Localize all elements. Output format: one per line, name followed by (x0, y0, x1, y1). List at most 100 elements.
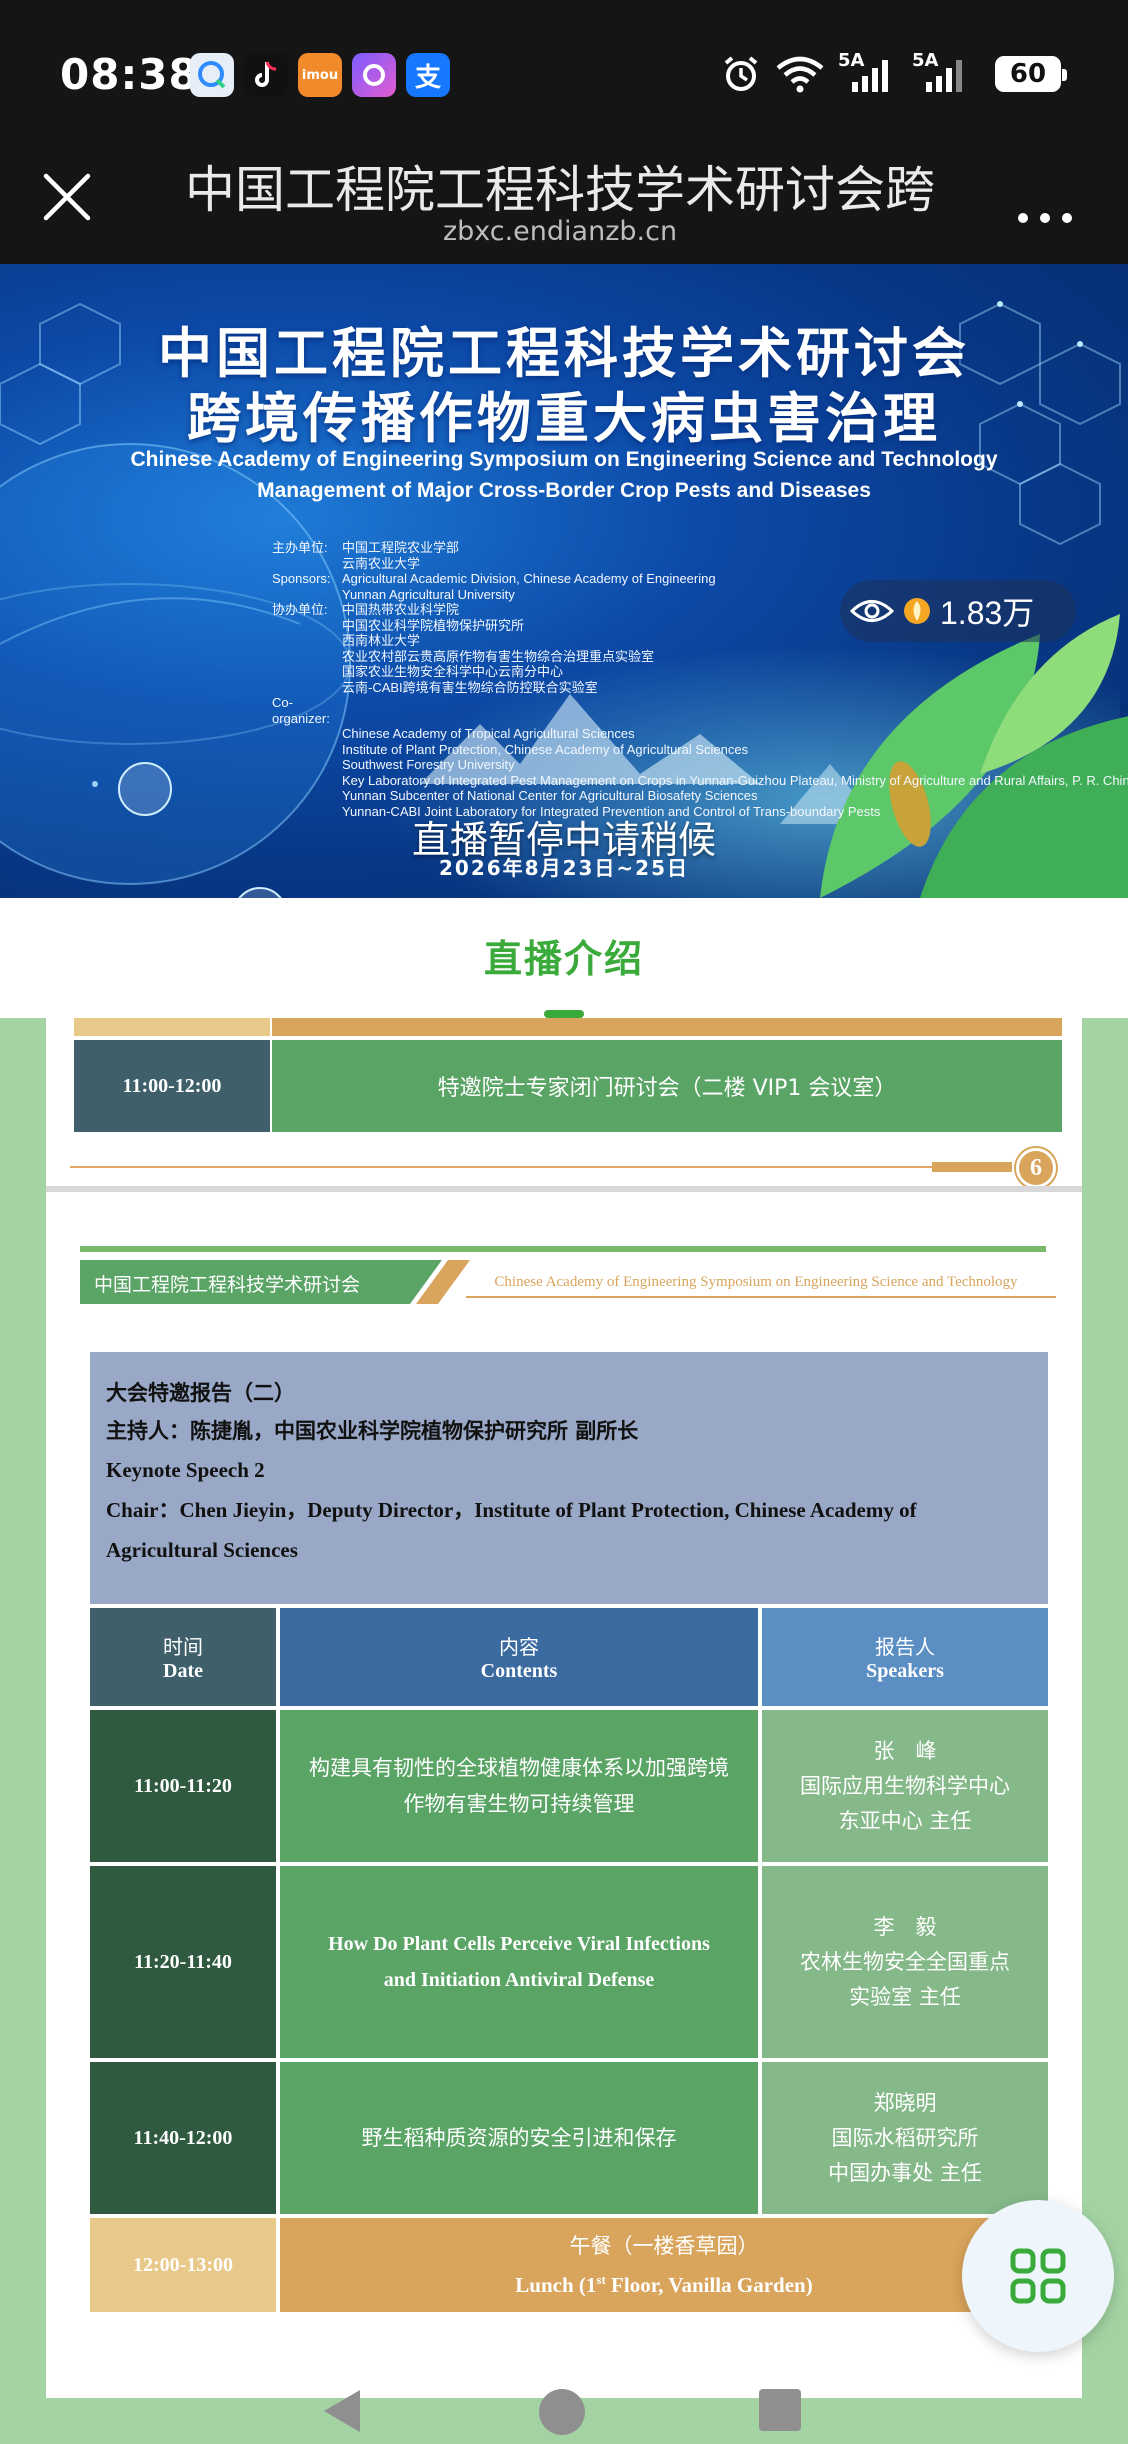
wifi-icon (772, 52, 828, 96)
organizer-key (272, 664, 342, 680)
battery-indicator: 60 (995, 56, 1067, 92)
agenda-document: 11:00-12:00 特邀院士专家闭门研讨会（二楼 VIP1 会议室） 6 中… (46, 1018, 1082, 2398)
page-title: 中国工程院工程科技学术研讨会跨 (185, 161, 935, 219)
column-header-contents: 内容 Contents (280, 1608, 758, 1706)
row-content-cell: 构建具有韧性的全球植物健康体系以加强跨境 作物有害生物可持续管理 (280, 1710, 758, 1862)
page-number-badge: 6 (1016, 1148, 1056, 1188)
organizer-key (272, 757, 342, 773)
row-content-cell: How Do Plant Cells Perceive Viral Infect… (280, 1866, 758, 2058)
organizer-value: 云南-CABI跨境有害生物综合防控联合实验室 (342, 679, 598, 695)
lunch-label-cell: 午餐（一楼香草园） Lunch (1st Floor, Vanilla Gard… (280, 2218, 1048, 2312)
prev-table-cell (272, 1018, 1062, 1036)
session-chair-cn: 主持人：陈捷胤，中国农业科学院植物保护研究所 副所长 (106, 1419, 639, 1443)
session-chair-en: Chair：Chen Jieyin，Deputy Director，Instit… (106, 1498, 917, 1522)
row-speaker-cell: 李 毅 农林生物安全全国重点 实验室 主任 (762, 1866, 1048, 2058)
organizer-value: 中国工程院农业学部 (342, 540, 460, 555)
organizer-key (272, 742, 342, 758)
recents-nav-icon[interactable] (756, 2386, 804, 2434)
more-options-button[interactable] (1015, 192, 1075, 238)
signal-icon-2: 5A (910, 50, 974, 96)
organizer-line: 云南-CABI跨境有害生物综合防控联合实验室 (272, 680, 892, 696)
organizer-key (272, 649, 342, 665)
column-header-speakers: 报告人 Speakers (762, 1608, 1048, 1706)
prev-event-cell: 特邀院士专家闭门研讨会（二楼 VIP1 会议室） (272, 1040, 1062, 1132)
organizer-line: 西南林业大学 (272, 633, 892, 649)
organizer-key (272, 587, 342, 603)
viewer-count-badge: 1.83万 (840, 580, 1076, 642)
organizer-key (272, 556, 342, 572)
organizer-value: 国家农业生物安全科学中心云南分中心 (342, 664, 564, 679)
system-nav-bar (0, 2372, 1128, 2444)
more-icon (1018, 213, 1072, 223)
lunch-time-cell: 12:00-13:00 (90, 2218, 276, 2312)
organizer-line: Sponsors: Agricultural Academic Division,… (272, 571, 892, 587)
flame-icon (904, 598, 930, 624)
organizer-line: 国家农业生物安全科学中心云南分中心 (272, 664, 892, 680)
session-title-cn: 大会特邀报告（二） (106, 1381, 295, 1405)
event-date: 2026年8月23日~25日 (438, 856, 689, 880)
organizer-value: Chinese Academy of Tropical Agricultural… (342, 726, 635, 741)
prev-table-cell (74, 1018, 270, 1036)
organizer-key: 协办单位: (272, 602, 328, 617)
organizer-key (272, 773, 342, 789)
organizer-value: 云南农业大学 (342, 555, 421, 571)
signal-icon-1: 5A (836, 50, 900, 96)
page-divider (46, 1186, 1082, 1192)
home-nav-icon[interactable] (536, 2386, 588, 2438)
eye-icon (850, 600, 894, 622)
organizer-key (272, 633, 342, 649)
row-time-cell: 11:20-11:40 (90, 1866, 276, 2058)
organizer-value: Agricultural Academic Division, Chinese … (342, 571, 716, 586)
session-title-en: Keynote Speech 2 (106, 1458, 265, 1482)
banner-organizers: 主办单位: 中国工程院农业学部 云南农业大学 Sponsors: Agricultura… (272, 540, 1128, 819)
grid-icon (1010, 2248, 1066, 2304)
organizer-key (272, 788, 342, 804)
organizer-line: Co-organizer: (272, 695, 892, 726)
organizer-value: 西南林业大学 (342, 633, 421, 648)
page-header-en: Chinese Academy of Engineering Symposium… (494, 1274, 1018, 1290)
column-header-time: 时间 Date (90, 1608, 276, 1706)
live-video-player[interactable]: 中国工程院工程科技学术研讨会 跨境传播作物重大病虫害治理 Chinese Aca… (0, 264, 1128, 898)
organizer-line: 协办单位: 中国热带农业科学院 (272, 602, 892, 618)
organizer-line: Institute of Plant Protection, Chinese A… (272, 742, 892, 758)
organizer-key: Sponsors: (272, 571, 331, 586)
banner-title-line2: 跨境传播作物重大病虫害治理 (187, 387, 941, 450)
imou-icon: imou (298, 53, 342, 97)
organizer-line: Chinese Academy of Tropical Agricultural… (272, 726, 892, 742)
organizer-value: Institute of Plant Protection, Chinese A… (342, 741, 749, 757)
organizer-line: 云南农业大学 (272, 556, 892, 572)
organizer-key (272, 618, 342, 634)
organizer-key: 主办单位: (272, 540, 328, 555)
organizer-line: 农业农村部云贵高原作物有害生物综合治理重点实验室 (272, 649, 892, 665)
status-time: 08:38 (60, 50, 199, 99)
tab-active-indicator (544, 1010, 584, 1018)
organizer-value: 中国热带农业科学院 (342, 602, 460, 617)
close-icon (43, 173, 91, 221)
organizer-key: Co-organizer: (272, 695, 330, 726)
organizer-line: 中国农业科学院植物保护研究所 (272, 618, 892, 634)
organizer-key (272, 680, 342, 696)
close-button[interactable] (40, 170, 94, 224)
tab-live-introduction[interactable]: 直播介绍 (0, 928, 1128, 983)
page-footer-bar (932, 1162, 1012, 1172)
apps-floating-button[interactable] (962, 2200, 1114, 2352)
status-bar: 08:38 imou 支 5A 5A 60 (0, 0, 1128, 150)
alipay-icon: 支 (406, 53, 450, 97)
organizer-key (272, 726, 342, 742)
row-content-cell: 野生稻种质资源的安全引进和保存 (280, 2062, 758, 2214)
banner-subtitle-en-1: Chinese Academy of Engineering Symposium… (130, 448, 998, 471)
organizer-line: Key Laboratory of Integrated Pest Manage… (272, 773, 1128, 789)
organizer-line: Yunnan Subcenter of National Center for … (272, 788, 892, 804)
organizer-value: Key Laboratory of Integrated Pest Manage… (342, 772, 1128, 788)
section-header: 直播介绍 (0, 898, 1128, 1018)
row-speaker-cell: 张 峰 国际应用生物科学中心 东亚中心 主任 (762, 1710, 1048, 1862)
prev-time-cell: 11:00-12:00 (74, 1040, 270, 1132)
page-header-cn: 中国工程院工程科技学术研讨会 (94, 1275, 361, 1296)
qq-browser-icon (190, 53, 234, 97)
organizer-value: 中国农业科学院植物保护研究所 (342, 617, 525, 633)
back-nav-icon[interactable] (320, 2386, 366, 2436)
alarm-icon (718, 52, 764, 96)
session-chair-en-cont: Agricultural Sciences (106, 1538, 298, 1562)
tiktok-icon (244, 53, 288, 97)
viewer-count: 1.83万 (940, 595, 1035, 631)
